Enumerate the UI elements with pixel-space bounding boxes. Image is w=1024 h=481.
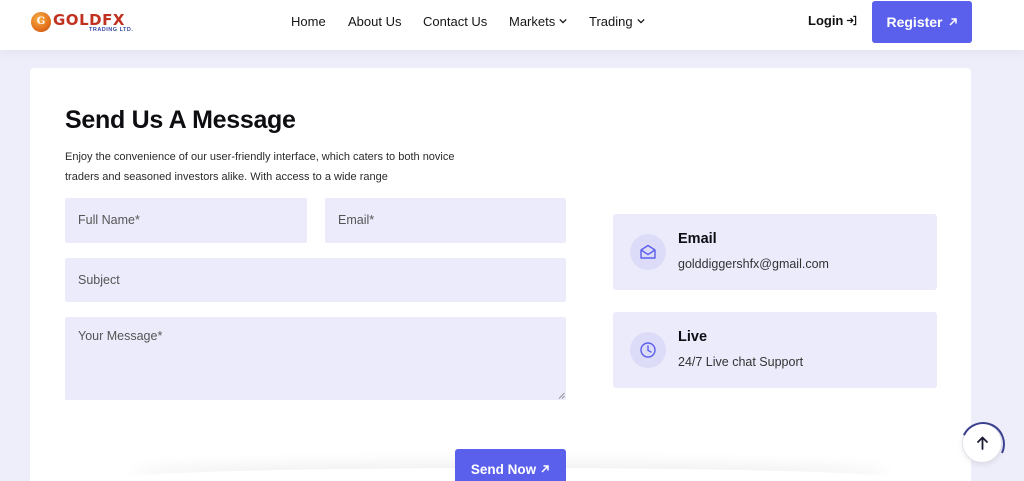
scroll-to-top-button[interactable] — [962, 423, 1002, 463]
resize-handle-icon[interactable] — [558, 392, 565, 399]
contact-email-address[interactable]: golddiggershfx@gmail.com — [678, 257, 829, 271]
page-title: Send Us A Message — [65, 106, 296, 134]
clock-icon — [630, 332, 666, 368]
contact-info-title: Email — [678, 231, 717, 247]
email-input[interactable]: Email* — [325, 198, 566, 243]
login-link[interactable]: Login — [808, 13, 857, 29]
chevron-down-icon — [636, 18, 645, 24]
message-placeholder: Your Message* — [78, 329, 163, 343]
contact-info-title: Live — [678, 329, 708, 345]
register-button[interactable]: Register — [872, 1, 972, 43]
email-placeholder: Email* — [338, 213, 375, 227]
nav-markets[interactable]: Markets — [509, 14, 567, 30]
login-icon — [847, 15, 857, 26]
full-name-placeholder: Full Name* — [78, 213, 140, 227]
logo-name: GOLDFX — [53, 11, 125, 29]
logo-tagline: TRADING LTD. — [89, 27, 134, 33]
message-textarea[interactable]: Your Message* — [65, 317, 566, 400]
contact-info-email: Email golddiggershfx@gmail.com — [613, 214, 937, 290]
envelope-icon — [630, 234, 666, 270]
contact-info-live: Live 24/7 Live chat Support — [613, 312, 937, 388]
arrow-up-icon — [977, 436, 988, 450]
site-header: G GOLDFX TRADING LTD. Home About Us Cont… — [0, 0, 1024, 50]
contact-live-text: 24/7 Live chat Support — [678, 355, 804, 369]
nav-about-us[interactable]: About Us — [348, 14, 401, 30]
subject-input[interactable]: Subject — [65, 258, 566, 302]
nav-trading[interactable]: Trading — [589, 14, 645, 30]
form-description: Enjoy the convenience of our user-friend… — [65, 151, 455, 183]
nav-home[interactable]: Home — [291, 14, 326, 30]
nav-contact-us[interactable]: Contact Us — [423, 14, 487, 30]
logo-mark-icon: G — [31, 12, 51, 32]
chevron-down-icon — [559, 18, 567, 24]
subject-placeholder: Subject — [78, 273, 120, 287]
arrow-up-right-icon — [541, 465, 549, 473]
full-name-input[interactable]: Full Name* — [65, 198, 307, 243]
logo[interactable]: G GOLDFX TRADING LTD. — [31, 11, 134, 34]
arrow-up-right-icon — [948, 18, 957, 26]
send-now-button[interactable]: Send Now — [455, 449, 566, 481]
